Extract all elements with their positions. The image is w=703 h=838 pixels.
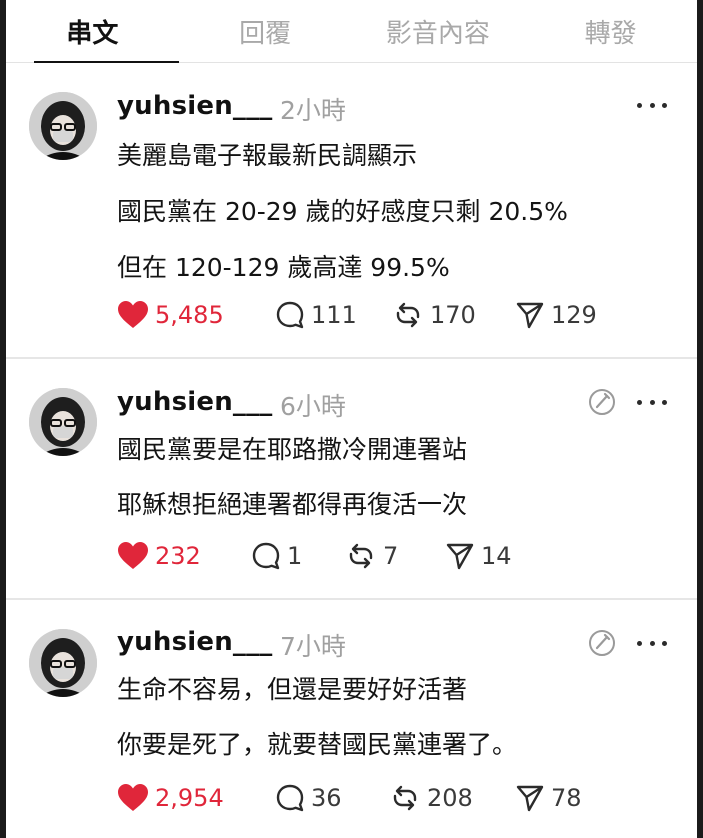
repost-button[interactable]: 170 xyxy=(392,298,476,332)
comment-count: 1 xyxy=(287,542,303,570)
post-text-line: 生命不容易，但還是要好好活著 xyxy=(117,675,468,704)
edit-icon[interactable] xyxy=(587,628,617,658)
screen-edge-right xyxy=(697,0,703,838)
repost-count: 7 xyxy=(383,542,399,570)
heart-icon xyxy=(118,784,148,811)
tab-threads[interactable]: 串文 xyxy=(6,0,179,63)
heart-icon xyxy=(118,301,148,328)
post-time: 7小時 xyxy=(280,632,346,661)
repost-count: 170 xyxy=(430,301,476,329)
post-text-line: 國民黨在 20-29 歲的好感度只剩 20.5% xyxy=(117,197,568,226)
more-options-icon[interactable] xyxy=(637,638,667,648)
repost-count: 208 xyxy=(427,784,473,812)
avatar[interactable] xyxy=(29,92,97,160)
repost-button[interactable]: 7 xyxy=(345,539,398,573)
post-text-line: 美麗島電子報最新民調顯示 xyxy=(117,141,418,170)
share-count: 14 xyxy=(481,542,512,570)
thread-post[interactable]: yuhsien___ 2小時 美麗島電子報最新民調顯示 國民黨在 20-29 歲… xyxy=(6,63,697,357)
post-text-line: 國民黨要是在耶路撒冷開連署站 xyxy=(117,435,468,464)
repost-icon xyxy=(396,302,420,328)
tab-reposts[interactable]: 轉發 xyxy=(524,0,697,62)
comment-icon xyxy=(276,784,304,812)
repost-icon xyxy=(349,543,373,569)
profile-tabs: 串文 回覆 影音內容 轉發 xyxy=(6,0,697,63)
username[interactable]: yuhsien___ xyxy=(117,387,273,417)
comment-button[interactable]: 111 xyxy=(275,298,357,332)
post-text-line: 你要是死了，就要替國民黨連署了。 xyxy=(117,730,518,759)
like-button[interactable]: 232 xyxy=(117,539,201,573)
share-count: 129 xyxy=(551,301,597,329)
heart-icon xyxy=(118,542,148,569)
repost-button[interactable]: 208 xyxy=(389,781,473,815)
post-time: 6小時 xyxy=(280,392,346,421)
username[interactable]: yuhsien___ xyxy=(117,627,273,657)
share-count: 78 xyxy=(551,784,582,812)
comment-button[interactable]: 1 xyxy=(251,539,302,573)
share-button[interactable]: 14 xyxy=(445,539,512,573)
send-icon xyxy=(516,785,544,812)
tab-media[interactable]: 影音內容 xyxy=(352,0,525,62)
post-time: 2小時 xyxy=(280,96,346,125)
like-count: 232 xyxy=(155,542,201,570)
comment-count: 111 xyxy=(311,301,357,329)
like-count: 5,485 xyxy=(155,301,224,329)
share-button[interactable]: 129 xyxy=(515,298,597,332)
thread-post[interactable]: yuhsien___ 7小時 生命不容易，但還是要好好活著 你要是死了，就要替國… xyxy=(6,600,697,838)
comment-button[interactable]: 36 xyxy=(275,781,342,815)
avatar[interactable] xyxy=(29,629,97,697)
tab-replies[interactable]: 回覆 xyxy=(179,0,352,62)
post-divider xyxy=(6,357,697,359)
username[interactable]: yuhsien___ xyxy=(117,91,273,121)
avatar[interactable] xyxy=(29,388,97,456)
more-options-icon[interactable] xyxy=(637,397,667,407)
repost-icon xyxy=(393,785,417,811)
thread-post[interactable]: yuhsien___ 6小時 國民黨要是在耶路撒冷開連署站 耶穌想拒絕連署都得再… xyxy=(6,360,697,598)
send-icon xyxy=(446,543,474,570)
post-text-line: 耶穌想拒絕連署都得再復活一次 xyxy=(117,490,468,519)
comment-icon xyxy=(276,301,304,329)
send-icon xyxy=(516,302,544,329)
like-count: 2,954 xyxy=(155,784,224,812)
like-button[interactable]: 5,485 xyxy=(117,298,224,332)
comment-count: 36 xyxy=(311,784,342,812)
share-button[interactable]: 78 xyxy=(515,781,582,815)
more-options-icon[interactable] xyxy=(637,100,667,110)
like-button[interactable]: 2,954 xyxy=(117,781,224,815)
comment-icon xyxy=(252,542,280,570)
edit-icon[interactable] xyxy=(587,387,617,417)
post-text-line: 但在 120-129 歲高達 99.5% xyxy=(117,253,450,282)
